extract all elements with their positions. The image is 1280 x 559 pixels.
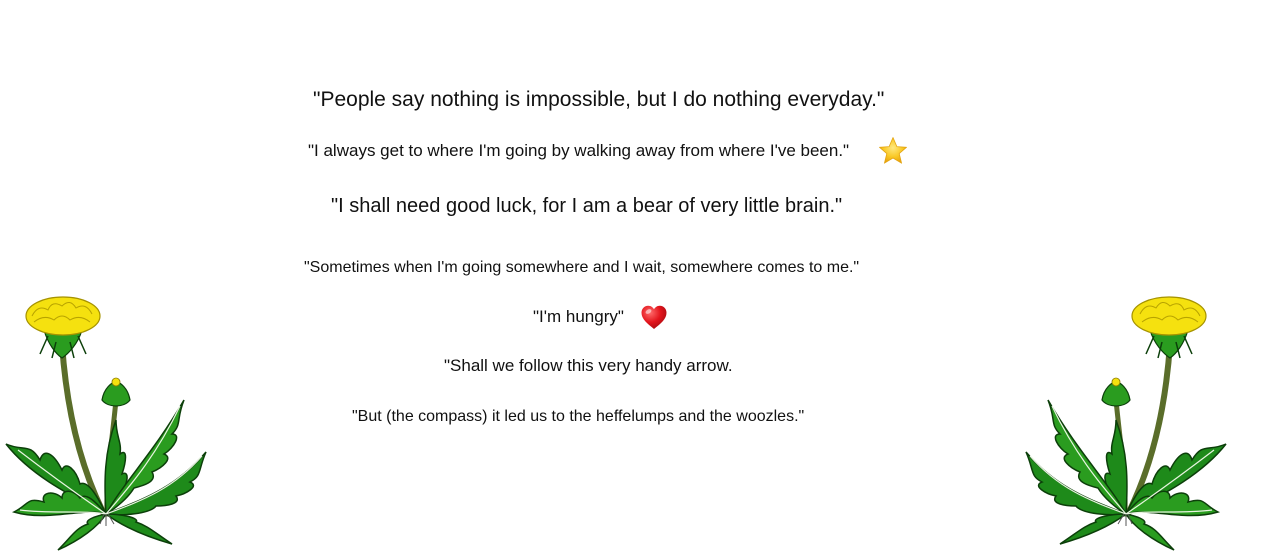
heart-icon [641,305,667,329]
quote-2: "I always get to where I'm going by walk… [308,141,850,160]
quote-3: "I shall need good luck, for I am a bear… [331,195,843,217]
quote-1: "People say nothing is impossible, but I… [313,88,885,111]
dandelion-icon [1025,296,1227,551]
dandelion-icon [5,296,207,551]
quote-7: "But (the compass) it led us to the heff… [352,408,805,425]
quote-6: "Shall we follow this very handy arrow. [444,356,733,375]
quote-5: "I'm hungry" [533,307,624,326]
quote-4: "Sometimes when I'm going somewhere and … [304,259,860,276]
star-icon [879,137,907,164]
